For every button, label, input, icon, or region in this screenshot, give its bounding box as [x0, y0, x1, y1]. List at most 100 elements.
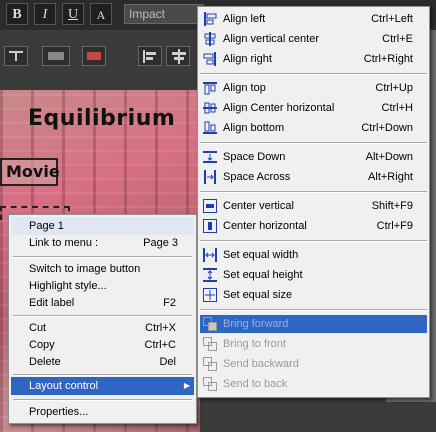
text-tool-icon[interactable]	[4, 46, 28, 66]
menu-item-delete[interactable]: Delete Del	[11, 353, 194, 371]
canvas-title-text[interactable]: Equilibrium	[28, 106, 175, 131]
bold-button[interactable]: B	[6, 3, 28, 25]
submenu-item-bring-to-front[interactable]: Bring to front	[200, 335, 427, 353]
menu-item-copy[interactable]: Copy Ctrl+C	[11, 336, 194, 354]
menu-item-label: Properties...	[29, 406, 89, 418]
equal-height-icon	[203, 268, 217, 282]
menu-item-label: Delete	[29, 356, 61, 368]
submenu-item-send-to-back[interactable]: Send to back	[200, 375, 427, 393]
submenu-item-shortcut: Ctrl+Down	[361, 122, 413, 134]
submenu-item-shortcut: Ctrl+Up	[375, 82, 413, 94]
submenu-item-shortcut: Alt+Right	[368, 171, 413, 183]
bring-to-front-icon	[203, 337, 217, 351]
submenu-item-align-right[interactable]: Align right Ctrl+Right	[200, 50, 427, 68]
menu-item-highlight-style[interactable]: Highlight style...	[11, 277, 194, 295]
menu-item-edit-label[interactable]: Edit label F2	[11, 294, 194, 312]
center-vertical-icon	[203, 199, 217, 213]
menu-separator	[13, 374, 192, 376]
submenu-item-center-horizontal[interactable]: Center horizontal Ctrl+F9	[200, 217, 427, 235]
submenu-item-align-vertical-center[interactable]: Align vertical center Ctrl+E	[200, 30, 427, 48]
menu-item-shortcut: F2	[163, 297, 176, 309]
submenu-item-label: Bring forward	[223, 318, 289, 330]
submenu-item-align-center-horizontal[interactable]: Align Center horizontal Ctrl+H	[200, 99, 427, 117]
submenu-item-shortcut: Ctrl+Left	[371, 13, 413, 25]
submenu-item-label: Align left	[223, 13, 266, 25]
send-backward-icon	[203, 357, 217, 371]
align-bottom-icon	[203, 121, 217, 135]
submenu-item-label: Align bottom	[223, 122, 285, 134]
space-across-icon	[203, 170, 217, 184]
toolbar-align-center-icon[interactable]	[166, 46, 190, 66]
submenu-item-label: Align top	[223, 82, 266, 94]
submenu-item-shortcut: Ctrl+F9	[376, 220, 413, 232]
submenu-item-shortcut: Alt+Down	[365, 151, 413, 163]
canvas-movie-button[interactable]: Movie	[0, 158, 60, 186]
submenu-item-shortcut: Ctrl+Right	[363, 53, 413, 65]
submenu-item-send-backward[interactable]: Send backward	[200, 355, 427, 373]
menu-item-switch-to-image[interactable]: Switch to image button	[11, 260, 194, 278]
menu-separator	[13, 315, 192, 317]
menu-item-value: Page 3	[143, 237, 178, 249]
submenu-arrow-icon: ▶	[183, 381, 190, 390]
submenu-item-label: Space Across	[223, 171, 291, 183]
menu-separator	[200, 73, 427, 75]
menu-item-shortcut: Del	[159, 356, 176, 368]
bring-forward-icon	[203, 317, 217, 331]
submenu-item-label: Set equal width	[223, 249, 299, 261]
submenu-item-shortcut: Ctrl+E	[382, 33, 413, 45]
layout-control-submenu: Align left Ctrl+Left Align vertical cent…	[197, 6, 430, 398]
submenu-item-label: Align Center horizontal	[223, 102, 335, 114]
submenu-item-label: Send backward	[223, 358, 299, 370]
underline-button[interactable]: U	[62, 3, 84, 25]
menu-item-layout-control[interactable]: Layout control ▶	[11, 377, 194, 395]
menu-separator	[200, 142, 427, 144]
menu-item-page-header: Page 1	[11, 217, 194, 235]
toolbar-align-left-icon[interactable]	[138, 46, 162, 66]
menu-item-label: Edit label	[29, 297, 75, 309]
align-right-icon	[203, 52, 217, 66]
menu-separator	[200, 191, 427, 193]
menu-item-label: Switch to image button	[29, 263, 141, 275]
submenu-item-label: Center horizontal	[223, 220, 307, 232]
menu-item-cut[interactable]: Cut Ctrl+X	[11, 319, 194, 337]
submenu-item-space-across[interactable]: Space Across Alt+Right	[200, 168, 427, 186]
submenu-item-align-bottom[interactable]: Align bottom Ctrl+Down	[200, 119, 427, 137]
menu-item-label: Link to menu :	[29, 237, 99, 249]
text-color-button[interactable]: A	[90, 3, 112, 25]
submenu-item-set-equal-height[interactable]: Set equal height	[200, 266, 427, 284]
submenu-item-shortcut: Shift+F9	[371, 200, 413, 212]
submenu-item-label: Bring to front	[223, 338, 286, 350]
menu-item-shortcut: Ctrl+X	[145, 322, 176, 334]
submenu-item-center-vertical[interactable]: Center vertical Shift+F9	[200, 197, 427, 215]
menu-item-label: Layout control	[29, 380, 99, 392]
context-menu: Page 1 Link to menu : Page 3 Switch to i…	[8, 214, 197, 424]
submenu-item-align-top[interactable]: Align top Ctrl+Up	[200, 79, 427, 97]
equal-size-icon	[203, 288, 217, 302]
submenu-item-label: Set equal height	[223, 269, 303, 281]
font-name-field[interactable]: Impact	[124, 4, 204, 24]
button-tool-icon[interactable]	[82, 46, 106, 66]
center-horizontal-icon	[203, 219, 217, 233]
menu-item-label: Page 1	[29, 220, 64, 232]
menu-item-shortcut: Ctrl+C	[144, 339, 176, 351]
menu-separator	[13, 256, 192, 258]
menu-item-label: Copy	[29, 339, 55, 351]
submenu-item-label: Set equal size	[223, 289, 293, 301]
menu-separator	[200, 240, 427, 242]
equal-width-icon	[203, 248, 217, 262]
submenu-item-set-equal-size[interactable]: Set equal size	[200, 286, 427, 304]
image-tool-icon[interactable]	[42, 46, 70, 66]
submenu-item-align-left[interactable]: Align left Ctrl+Left	[200, 10, 427, 28]
submenu-item-label: Space Down	[223, 151, 286, 163]
menu-item-properties[interactable]: Properties...	[11, 403, 194, 421]
submenu-item-space-down[interactable]: Space Down Alt+Down	[200, 148, 427, 166]
menu-separator	[200, 309, 427, 311]
menu-item-link-to-menu[interactable]: Link to menu : Page 3	[11, 234, 194, 252]
submenu-item-set-equal-width[interactable]: Set equal width	[200, 246, 427, 264]
submenu-item-bring-forward[interactable]: Bring forward	[200, 315, 427, 333]
italic-button[interactable]: I	[34, 3, 56, 25]
submenu-item-label: Send to back	[223, 378, 288, 390]
menu-item-label: Highlight style...	[29, 280, 107, 292]
submenu-item-label: Align vertical center	[223, 33, 319, 45]
submenu-item-label: Center vertical	[223, 200, 294, 212]
